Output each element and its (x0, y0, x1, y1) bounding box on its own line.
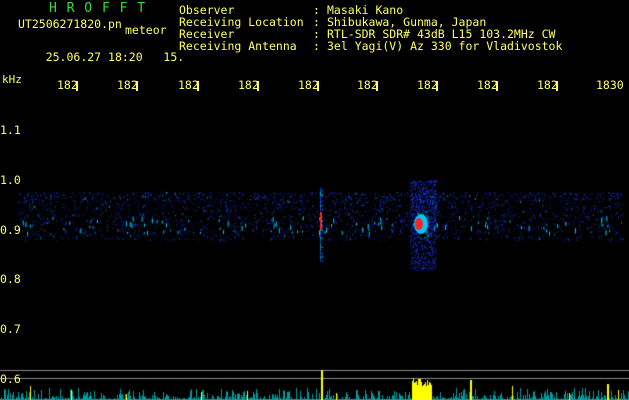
observation-datetime: 25.06.27 18:20 15. (18, 40, 185, 75)
x-tick-mark (76, 81, 78, 91)
antenna-colon: : (313, 39, 320, 53)
x-tick-mark (556, 81, 558, 91)
antenna-value: 3el Yagi(V) Az 330 for Vladivostok (327, 39, 563, 53)
antenna-label: Receiving Antenna (179, 39, 297, 53)
datetime-value: 25.06.27 18:20 (45, 49, 143, 64)
image-filename: UT2506271820.pn (18, 17, 122, 31)
x-tick-mark (257, 81, 259, 91)
y-tick-label: 0.8 (0, 272, 21, 286)
y-tick-label: 1.1 (0, 123, 21, 137)
x-tick-label: 1830 (596, 80, 624, 92)
y-axis-unit: kHz (2, 73, 22, 86)
y-tick-label: 1.0 (0, 173, 21, 187)
x-tick-mark (436, 81, 438, 91)
x-tick-mark (317, 81, 319, 91)
y-tick-label: 0.7 (0, 322, 21, 336)
x-tick-mark (136, 81, 138, 91)
app-title: H R O F F T (49, 1, 147, 16)
x-tick-mark (496, 81, 498, 91)
filename-suffix: meteor (125, 23, 167, 37)
hrofft-screen: H R O F F T UT2506271820.pn meteor 25.06… (0, 0, 629, 400)
y-tick-label: 0.6 (0, 372, 21, 386)
y-tick-label: 0.9 (0, 223, 21, 237)
x-tick-mark (376, 81, 378, 91)
x-tick-mark (197, 81, 199, 91)
